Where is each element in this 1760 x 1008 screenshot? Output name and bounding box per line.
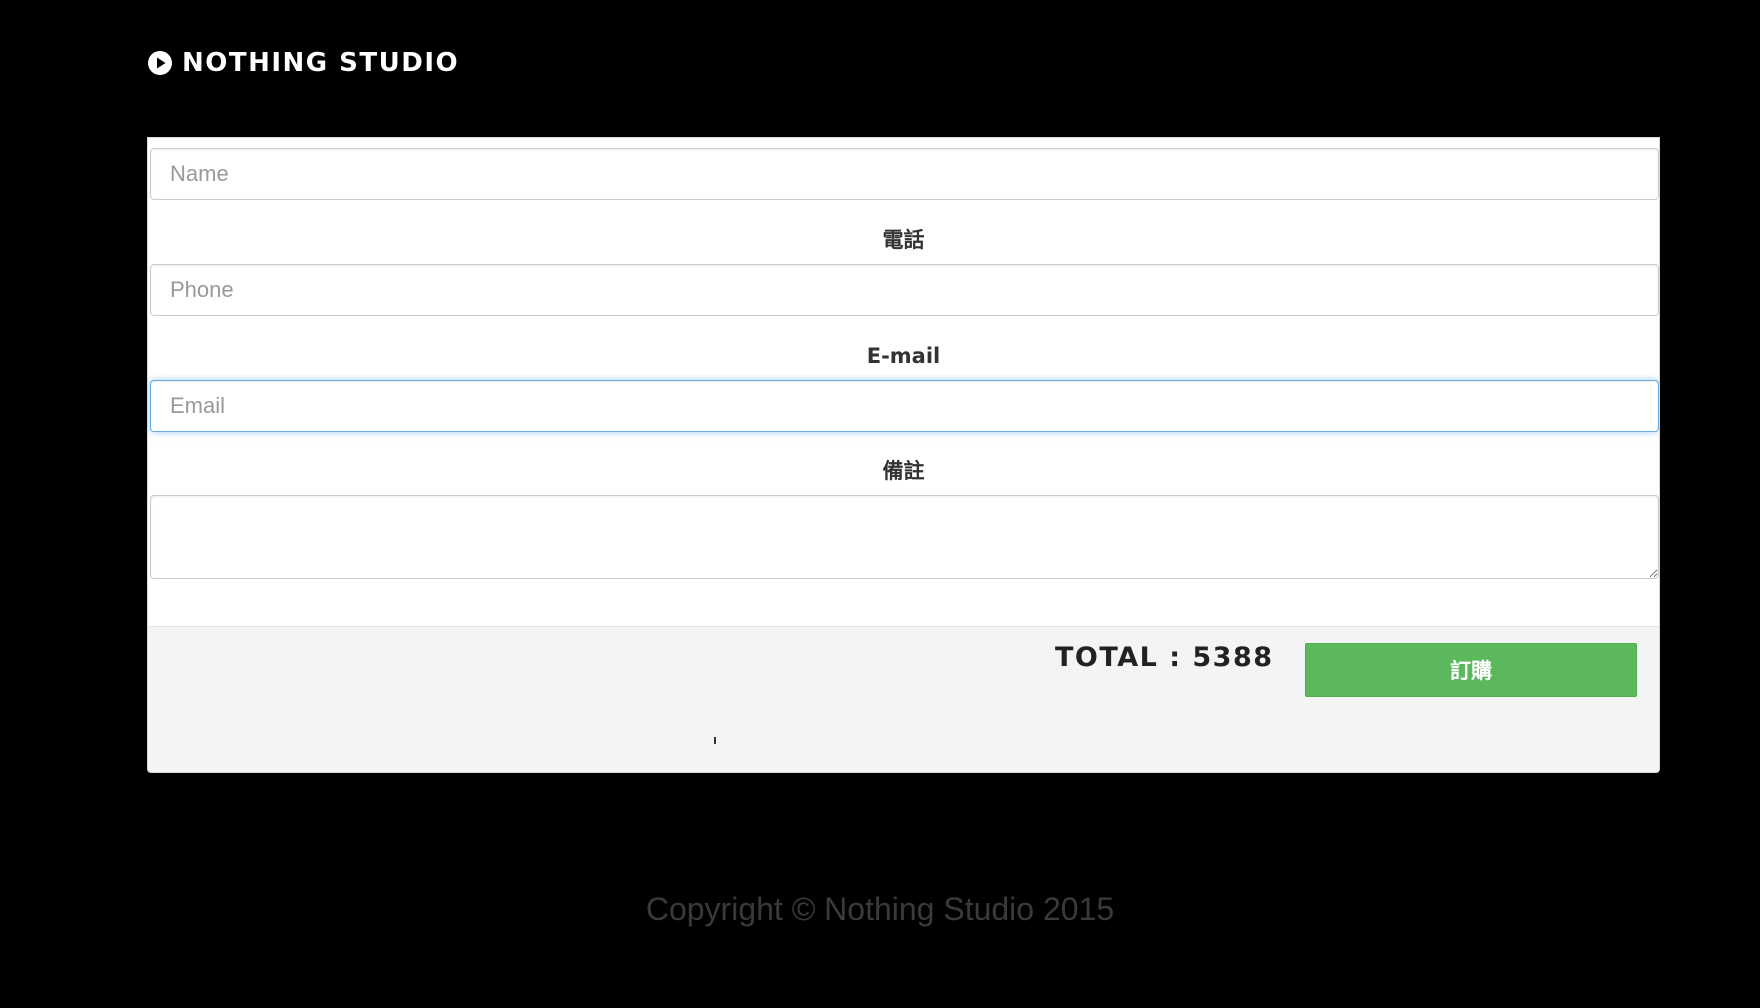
phone-input[interactable] xyxy=(150,264,1659,316)
email-label: E-mail xyxy=(866,344,941,368)
order-form-panel: 電話 E-mail 備註 TOTAL : 5388 訂購 xyxy=(147,137,1660,773)
order-summary-bar: TOTAL : 5388 訂購 xyxy=(148,626,1659,772)
brand-logo[interactable]: NOTHING STUDIO xyxy=(147,48,459,78)
email-input[interactable] xyxy=(150,380,1659,432)
total-amount: TOTAL : 5388 xyxy=(1055,642,1274,673)
copyright-text: Copyright © Nothing Studio 2015 xyxy=(645,891,1115,927)
order-button[interactable]: 訂購 xyxy=(1305,643,1637,697)
note-label: 備註 xyxy=(882,459,925,483)
play-circle-icon xyxy=(148,51,172,75)
note-textarea[interactable] xyxy=(150,495,1659,579)
page: NOTHING STUDIO 電話 E-mail 備註 TOTAL : 5388… xyxy=(0,0,1760,1008)
phone-label: 電話 xyxy=(882,228,925,252)
brand-name: NOTHING STUDIO xyxy=(182,48,460,78)
cursor-mark xyxy=(714,737,716,744)
name-input[interactable] xyxy=(150,148,1659,200)
